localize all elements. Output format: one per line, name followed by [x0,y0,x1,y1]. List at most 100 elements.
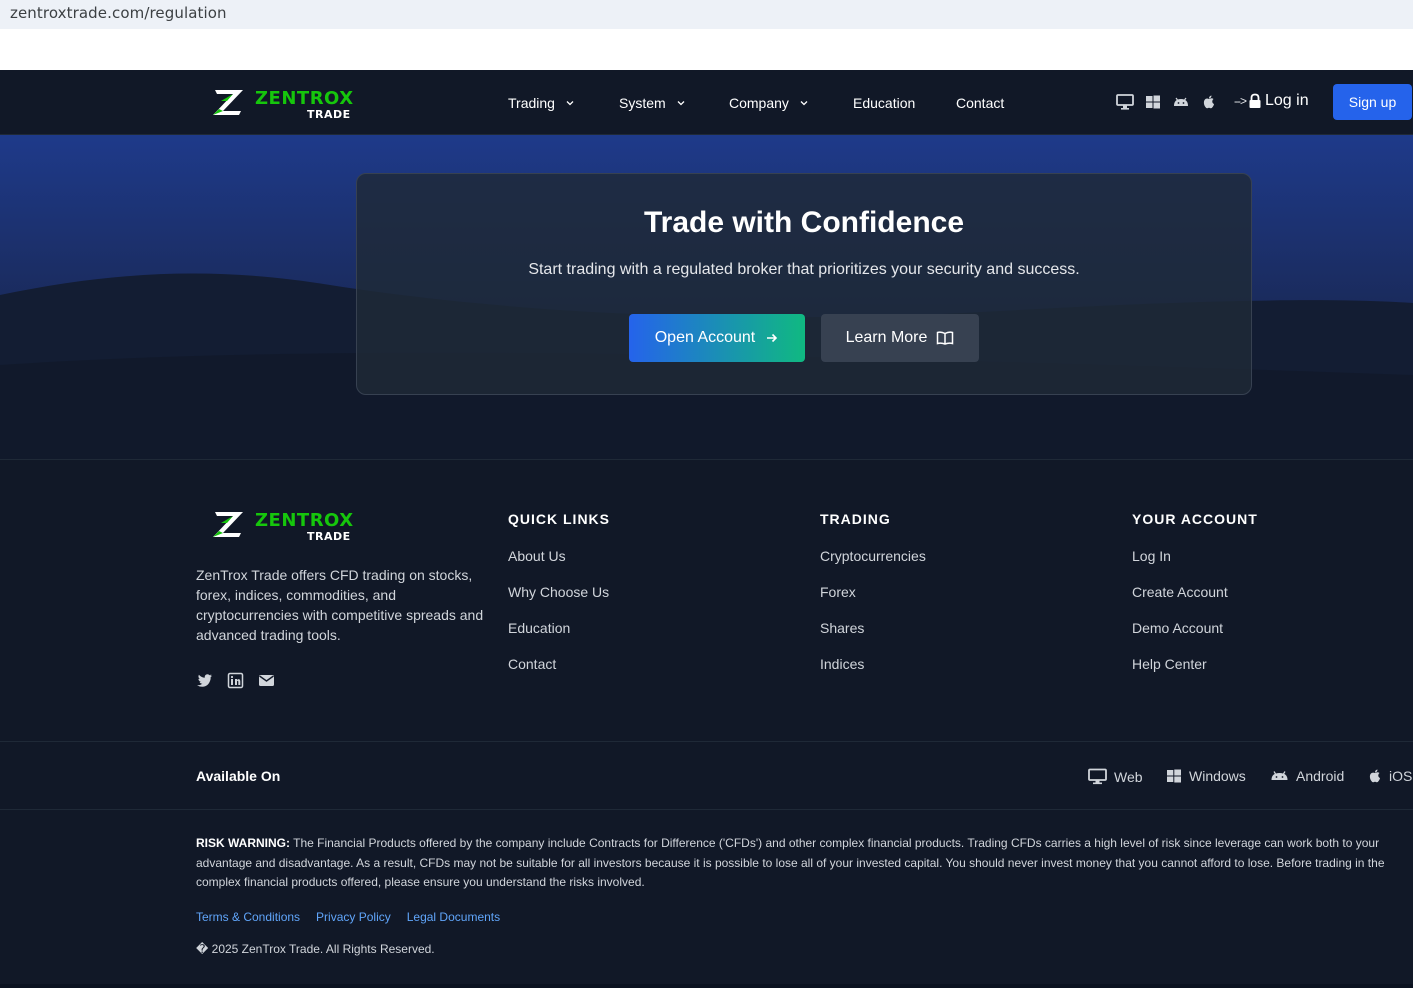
chevron-down-icon [566,101,574,106]
footer-col-quick-links: QUICK LINKS About Us Why Choose Us Educa… [508,511,610,691]
list-item: Why Choose Us [508,583,610,619]
learn-more-button[interactable]: Learn More [821,314,979,362]
browser-url-bar[interactable]: zentroxtrade.com/regulation [0,0,1413,29]
platform-ios[interactable]: iOS [1368,768,1412,784]
footer-logo[interactable]: ZENTROX TRADE [211,509,353,543]
desktop-icon [1088,768,1107,785]
apple-icon[interactable] [1200,93,1218,111]
book-open-icon [937,331,954,345]
footer-link-cryptocurrencies[interactable]: Cryptocurrencies [820,548,926,564]
list-item: Create Account [1132,583,1258,619]
header-logo[interactable]: ZENTROX TRADE [211,87,354,121]
open-account-button[interactable]: Open Account [629,314,805,362]
cta-section: Trade with Confidence Start trading with… [0,135,1413,459]
brand-sub: TRADE [307,108,351,121]
copyright: � 2025 ZenTrox Trade. All Rights Reserve… [196,942,435,956]
browser-blank-bar [0,29,1413,70]
brand-name: ZENTROX [255,88,354,109]
linkedin-icon[interactable] [227,672,244,689]
cta-title: Trade with Confidence [643,206,965,239]
risk-warning-text: The Financial Products offered by the co… [196,836,1385,889]
nav-contact-label: Contact [956,95,1005,111]
risk-warning: RISK WARNING: The Financial Products off… [196,834,1396,893]
chevron-down-icon [800,101,808,106]
footer-link-create-account[interactable]: Create Account [1132,584,1228,600]
url-text[interactable]: zentroxtrade.com/regulation [10,4,227,22]
brand-sub: TRADE [307,530,351,543]
site-footer: ZENTROX TRADE ZenTrox Trade offers CFD t… [0,459,1413,988]
nav-trading[interactable]: Trading [508,95,575,111]
list-item: Demo Account [1132,619,1258,655]
zentrox-z-icon [213,512,243,537]
login-link[interactable]: --> Log in [1234,92,1309,110]
footer-link-why-choose-us[interactable]: Why Choose Us [508,584,609,600]
twitter-icon[interactable] [196,672,213,689]
footer-col-your-account: YOUR ACCOUNT Log In Create Account Demo … [1132,511,1258,691]
footer-col-title: YOUR ACCOUNT [1132,511,1258,527]
list-item: Shares [820,619,926,655]
learn-more-label: Learn More [845,329,928,346]
header-platform-icons [1116,93,1218,111]
footer-col-trading: TRADING Cryptocurrencies Forex Shares In… [820,511,926,691]
list-item: Forex [820,583,926,619]
footer-link-help-center[interactable]: Help Center [1132,656,1207,672]
list-item: Contact [508,655,610,691]
lock-icon [1249,93,1261,108]
risk-warning-label: RISK WARNING: [196,836,290,850]
available-on-label: Available On [196,768,281,784]
platform-android[interactable]: Android [1270,768,1344,784]
footer-link-about-us[interactable]: About Us [508,548,566,564]
list-item: Log In [1132,547,1258,583]
nav-education-label: Education [853,95,916,111]
desktop-icon[interactable] [1116,93,1134,111]
android-icon[interactable] [1172,93,1190,111]
footer-link-log-in[interactable]: Log In [1132,548,1171,564]
platform-windows[interactable]: Windows [1166,768,1246,784]
legal-links: Terms & Conditions Privacy Policy Legal … [196,910,500,924]
platform-web-label: Web [1114,768,1143,785]
platform-ios-label: iOS [1389,768,1413,784]
open-account-label: Open Account [654,329,756,346]
apple-icon [1369,769,1380,783]
footer-link-indices[interactable]: Indices [820,656,864,672]
privacy-policy-link[interactable]: Privacy Policy [316,910,391,924]
windows-icon [1167,769,1181,783]
footer-link-forex[interactable]: Forex [820,584,856,600]
site-header: ZENTROX TRADE Trading System Company Edu… [0,70,1413,135]
nav-contact[interactable]: Contact [956,95,1004,111]
envelope-icon[interactable] [258,672,275,689]
cta-subtitle: Start trading with a regulated broker th… [528,261,1080,278]
available-on-bar: Available On Web Windows Android iOS [0,741,1413,810]
signup-button[interactable]: Sign up [1333,84,1412,120]
footer-description: ZenTrox Trade offers CFD trading on stoc… [196,567,484,643]
nav-trading-label: Trading [508,95,555,111]
footer-link-shares[interactable]: Shares [820,620,864,636]
terms-conditions-link[interactable]: Terms & Conditions [196,910,300,924]
arrow-right-icon [767,333,778,343]
cta-card: Trade with Confidence Start trading with… [356,173,1252,395]
legal-documents-link[interactable]: Legal Documents [407,910,500,924]
social-links [196,672,275,689]
footer-link-education[interactable]: Education [508,620,570,636]
page-bottom-edge [0,984,1413,988]
footer-link-demo-account[interactable]: Demo Account [1132,620,1223,636]
login-label: Log in [1265,92,1309,109]
list-item: Cryptocurrencies [820,547,926,583]
chevron-down-icon [677,101,685,106]
footer-col-title: QUICK LINKS [508,511,610,527]
list-item: About Us [508,547,610,583]
platform-windows-label: Windows [1189,768,1246,784]
platform-android-label: Android [1296,768,1345,784]
zentrox-z-icon [213,90,243,115]
windows-icon[interactable] [1144,93,1162,111]
platform-web[interactable]: Web [1088,768,1143,785]
list-item: Help Center [1132,655,1258,691]
nav-system[interactable]: System [619,95,686,111]
nav-system-label: System [619,95,666,111]
footer-link-contact[interactable]: Contact [508,656,556,672]
login-arrow: --> [1234,94,1247,108]
nav-company[interactable]: Company [729,95,809,111]
android-icon [1271,771,1288,780]
footer-col-title: TRADING [820,511,891,527]
nav-education[interactable]: Education [853,95,915,111]
